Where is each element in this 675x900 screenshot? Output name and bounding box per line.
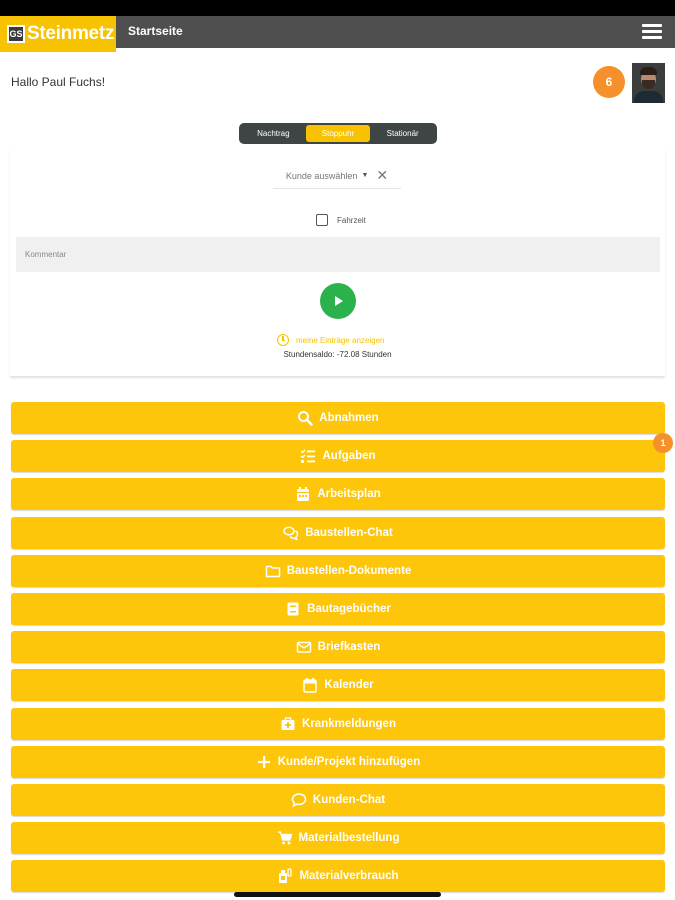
notification-badge[interactable]: 6 xyxy=(593,66,625,98)
folder-icon xyxy=(265,563,281,579)
nav-label: Baustellen-Dokumente xyxy=(286,564,412,577)
nav-materialverbrauch-button[interactable]: Materialverbrauch xyxy=(11,860,665,893)
nav-label: Kunde/Projekt hinzufügen xyxy=(277,755,421,768)
envelope-icon xyxy=(296,639,312,655)
nav-bautagebuecher-button[interactable]: Bautagebücher xyxy=(11,592,665,625)
status-bar xyxy=(0,0,675,16)
avatar[interactable] xyxy=(632,63,665,103)
nav-abnahmen-button[interactable]: Abnahmen xyxy=(11,402,665,434)
nav-materialbestellung-button[interactable]: Materialbestellung xyxy=(11,822,665,855)
nav-label: Materialbestellung xyxy=(298,832,400,845)
hours-balance: Stundensaldo: -72.08 Stunden xyxy=(283,350,392,359)
travel-time-label: Fahrzeit xyxy=(337,215,366,225)
mode-selector: Nachtrag Stoppuhr Stationär xyxy=(239,123,437,144)
nav-kunden-chat-button[interactable]: Kunden-Chat xyxy=(11,783,665,816)
hamburger-icon[interactable] xyxy=(642,24,662,40)
nav-briefkasten-button[interactable]: Briefkasten xyxy=(11,631,665,664)
medical-kit-icon xyxy=(280,716,296,732)
book-icon xyxy=(285,601,301,617)
aufgaben-badge: 1 xyxy=(653,433,673,453)
play-icon xyxy=(335,296,343,306)
chat-bubble-icon xyxy=(291,792,307,808)
caret-down-icon: ▼ xyxy=(361,172,369,179)
nav-krankmeldungen-button[interactable]: Krankmeldungen xyxy=(11,707,665,740)
greeting: Hallo Paul Fuchs! xyxy=(11,75,106,89)
travel-time-checkbox[interactable] xyxy=(316,214,328,226)
logo[interactable]: GS Steinmetz xyxy=(0,16,116,52)
nav-kalender-button[interactable]: Kalender xyxy=(11,669,665,702)
nav-label: Materialverbrauch xyxy=(299,870,399,883)
logo-mark: GS xyxy=(7,25,25,43)
tab-stoppuhr[interactable]: Stoppuhr xyxy=(305,125,371,142)
material-icon xyxy=(277,868,293,884)
clock-icon xyxy=(277,334,289,346)
entries-link-label: meine Einträge anzeigen xyxy=(296,335,385,345)
calendar-icon xyxy=(302,677,318,694)
nav-aufgaben-button[interactable]: Aufgaben xyxy=(11,440,665,473)
nav-label: Bautagebücher xyxy=(307,602,391,615)
tab-nachtrag[interactable]: Nachtrag xyxy=(241,125,306,142)
cart-icon xyxy=(277,830,293,846)
nav-label: Aufgaben xyxy=(322,450,376,463)
page-title: Startseite xyxy=(128,24,183,38)
nav-baustellen-chat-button[interactable]: Baustellen-Chat xyxy=(11,516,665,549)
nav-label: Krankmeldungen xyxy=(302,717,396,730)
clear-icon[interactable]: ✕ xyxy=(376,167,388,184)
nav-label: Arbeitsplan xyxy=(317,488,381,501)
nav-arbeitsplan-button[interactable]: Arbeitsplan xyxy=(11,478,665,511)
chat-bubbles-icon xyxy=(283,525,299,541)
start-button[interactable] xyxy=(320,283,356,319)
search-icon xyxy=(297,410,313,426)
tab-stationaer[interactable]: Stationär xyxy=(370,125,435,142)
entries-link[interactable]: meine Einträge anzeigen xyxy=(277,334,385,346)
travel-time-row: Fahrzeit xyxy=(316,214,366,226)
comment-input[interactable] xyxy=(16,237,660,272)
nav-baustellen-dokumente-button[interactable]: Baustellen-Dokumente xyxy=(11,554,665,587)
nav-label: Kalender xyxy=(324,679,374,692)
nav-kunde-projekt-hinzufuegen-button[interactable]: Kunde/Projekt hinzufügen xyxy=(11,745,665,778)
calendar-icon xyxy=(295,486,311,502)
task-list-icon xyxy=(300,448,316,464)
nav-label: Briefkasten xyxy=(317,641,381,654)
logo-text: Steinmetz xyxy=(27,23,115,44)
customer-select[interactable]: Kunde auswählen ▼ ✕ xyxy=(273,163,401,189)
home-indicator[interactable] xyxy=(234,892,441,897)
main-menu: Abnahmen Aufgaben Arbeitsplan Baustellen… xyxy=(11,402,665,898)
nav-label: Abnahmen xyxy=(319,412,379,424)
nav-label: Kunden-Chat xyxy=(312,793,386,806)
nav-label: Baustellen-Chat xyxy=(305,526,393,539)
customer-select-label: Kunde auswählen xyxy=(285,170,358,181)
plus-icon xyxy=(256,754,272,770)
